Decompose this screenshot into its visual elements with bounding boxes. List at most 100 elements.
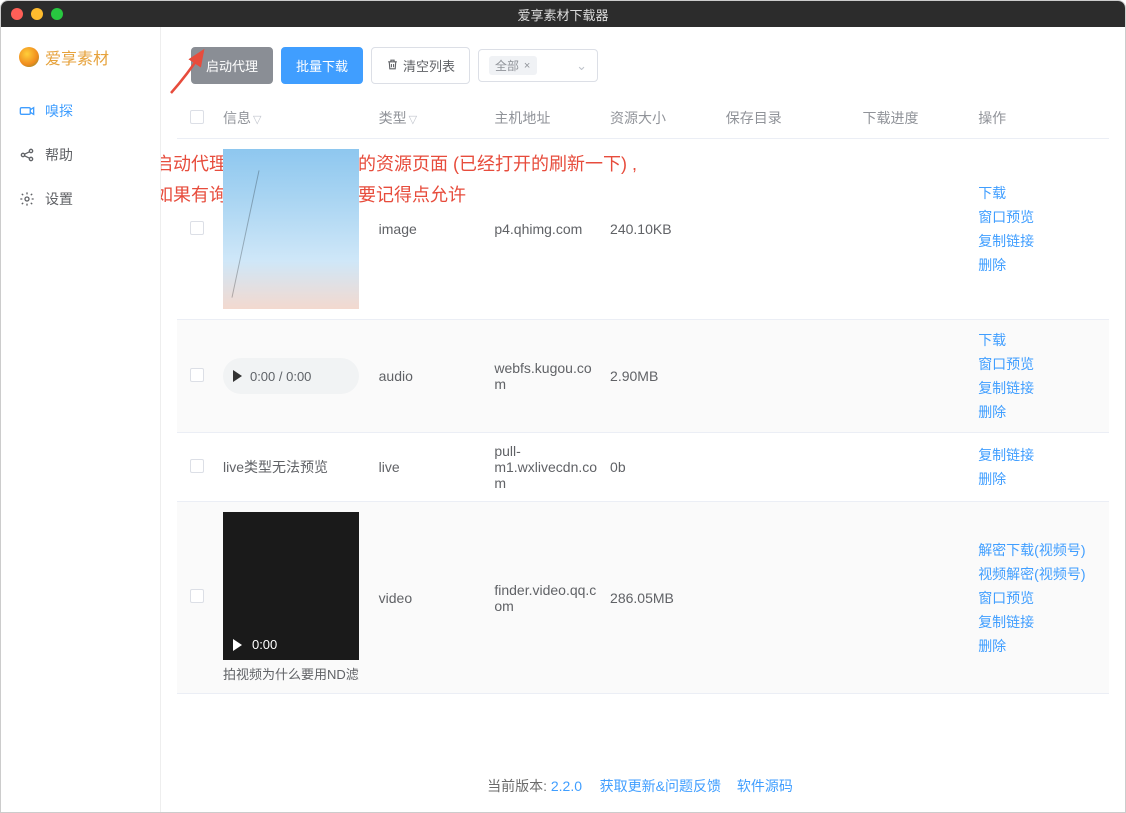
table-wrap: 信息▽ 类型▽ 主机地址 资源大小 保存目录 下载进度 操作 imagep4.q…: [161, 98, 1125, 760]
traffic-lights: [1, 8, 63, 20]
action-preview[interactable]: 窗口预览: [978, 207, 1103, 227]
play-icon[interactable]: [233, 639, 242, 651]
sidebar-item-help[interactable]: 帮助: [1, 133, 160, 177]
cell-progress: [856, 433, 972, 502]
th-progress: 下载进度: [856, 98, 972, 139]
cell-size: 286.05MB: [604, 502, 720, 694]
version-number: 2.2.0: [551, 778, 582, 794]
sidebar-item-label: 设置: [45, 189, 73, 209]
image-thumbnail[interactable]: [223, 149, 359, 309]
play-icon[interactable]: [233, 370, 242, 382]
action-copy[interactable]: 复制链接: [978, 612, 1103, 632]
update-feedback-link[interactable]: 获取更新&问题反馈: [600, 778, 721, 794]
sidebar-item-settings[interactable]: 设置: [1, 177, 160, 221]
audio-player[interactable]: 0:00 / 0:00: [223, 358, 359, 394]
resource-table: 信息▽ 类型▽ 主机地址 资源大小 保存目录 下载进度 操作 imagep4.q…: [177, 98, 1109, 694]
th-host: 主机地址: [488, 98, 604, 139]
cell-info: live类型无法预览: [217, 433, 373, 502]
close-icon[interactable]: [11, 8, 23, 20]
filter-icon[interactable]: ▽: [253, 114, 261, 126]
cell-info: 0:00拍视频为什么要用ND滤: [217, 502, 373, 694]
row-checkbox[interactable]: [190, 221, 204, 235]
batch-download-button[interactable]: 批量下载: [281, 47, 363, 84]
cell-size: 240.10KB: [604, 139, 720, 320]
chevron-down-icon: ⌄: [576, 58, 587, 74]
row-checkbox[interactable]: [190, 368, 204, 382]
sidebar: 爱享素材 嗅探 帮助 设置: [1, 27, 161, 812]
cell-type: image: [373, 139, 489, 320]
zoom-icon[interactable]: [51, 8, 63, 20]
trash-icon: [386, 58, 399, 74]
select-all-checkbox[interactable]: [190, 110, 204, 124]
clear-list-button[interactable]: 清空列表: [371, 47, 470, 84]
window-title: 爱享素材下载器: [517, 5, 608, 24]
th-action: 操作: [972, 98, 1109, 139]
action-decrypt_download[interactable]: 解密下载(视频号): [978, 540, 1103, 560]
camera-icon: [19, 103, 35, 119]
brand: 爱享素材: [1, 45, 160, 69]
minimize-icon[interactable]: [31, 8, 43, 20]
cell-size: 0b: [604, 433, 720, 502]
filter-icon[interactable]: ▽: [409, 114, 417, 126]
cell-progress: [856, 139, 972, 320]
clear-list-label: 清空列表: [403, 56, 455, 75]
action-delete[interactable]: 删除: [978, 255, 1103, 275]
filter-select[interactable]: 全部 × ⌄: [478, 49, 598, 82]
share-icon: [19, 147, 35, 163]
th-type: 类型: [379, 110, 407, 126]
cell-host: finder.video.qq.com: [488, 502, 604, 694]
brand-icon: [19, 47, 39, 67]
cell-savepath: [720, 502, 857, 694]
cell-savepath: [720, 433, 857, 502]
cell-actions: 复制链接删除: [972, 433, 1109, 502]
cell-host: p4.qhimg.com: [488, 139, 604, 320]
table-row: 0:00拍视频为什么要用ND滤videofinder.video.qq.com2…: [177, 502, 1109, 694]
action-decrypt_video[interactable]: 视频解密(视频号): [978, 564, 1103, 584]
filter-tag-label: 全部: [495, 57, 519, 74]
sidebar-item-sniff[interactable]: 嗅探: [1, 89, 160, 133]
cell-type: live: [373, 433, 489, 502]
app-window: 爱享素材下载器 爱享素材 嗅探 帮助: [0, 0, 1126, 813]
action-download[interactable]: 下载: [978, 330, 1103, 350]
th-info: 信息: [223, 110, 251, 126]
source-code-link[interactable]: 软件源码: [737, 778, 793, 794]
action-copy[interactable]: 复制链接: [978, 445, 1103, 465]
action-delete[interactable]: 删除: [978, 402, 1103, 422]
content: 启动代理 批量下载 清空列表 全部 × ⌄: [161, 27, 1125, 812]
cell-actions: 解密下载(视频号) 视频解密(视频号) 窗口预览复制链接删除: [972, 502, 1109, 694]
action-copy[interactable]: 复制链接: [978, 231, 1103, 251]
action-preview[interactable]: 窗口预览: [978, 354, 1103, 374]
video-time: 0:00: [252, 637, 277, 652]
table-row: 0:00 / 0:00 audiowebfs.kugou.com2.90MB 下载窗…: [177, 320, 1109, 433]
cell-actions: 下载窗口预览复制链接删除: [972, 139, 1109, 320]
cell-progress: [856, 320, 972, 433]
th-size: 资源大小: [604, 98, 720, 139]
video-player[interactable]: 0:00: [223, 512, 359, 660]
sidebar-item-label: 帮助: [45, 145, 73, 165]
cell-progress: [856, 502, 972, 694]
info-text: live类型无法预览: [223, 459, 328, 475]
start-proxy-button[interactable]: 启动代理: [191, 47, 273, 84]
version-label: 当前版本:: [487, 778, 547, 794]
titlebar: 爱享素材下载器: [1, 1, 1125, 27]
brand-text: 爱享素材: [45, 45, 109, 69]
filter-tag: 全部 ×: [489, 56, 537, 75]
cell-host: webfs.kugou.com: [488, 320, 604, 433]
table-row: live类型无法预览 livepull-m1.wxlivecdn.com0b 复制链…: [177, 433, 1109, 502]
action-delete[interactable]: 删除: [978, 469, 1103, 489]
cell-savepath: [720, 320, 857, 433]
toolbar: 启动代理 批量下载 清空列表 全部 × ⌄: [161, 27, 1125, 98]
cell-type: audio: [373, 320, 489, 433]
action-preview[interactable]: 窗口预览: [978, 588, 1103, 608]
close-icon[interactable]: ×: [521, 60, 533, 72]
action-download[interactable]: 下载: [978, 183, 1103, 203]
cell-host: pull-m1.wxlivecdn.com: [488, 433, 604, 502]
sidebar-item-label: 嗅探: [45, 101, 73, 121]
cell-info: [217, 139, 373, 320]
row-checkbox[interactable]: [190, 589, 204, 603]
action-delete[interactable]: 删除: [978, 636, 1103, 656]
cell-type: video: [373, 502, 489, 694]
action-copy[interactable]: 复制链接: [978, 378, 1103, 398]
row-checkbox[interactable]: [190, 459, 204, 473]
cell-size: 2.90MB: [604, 320, 720, 433]
